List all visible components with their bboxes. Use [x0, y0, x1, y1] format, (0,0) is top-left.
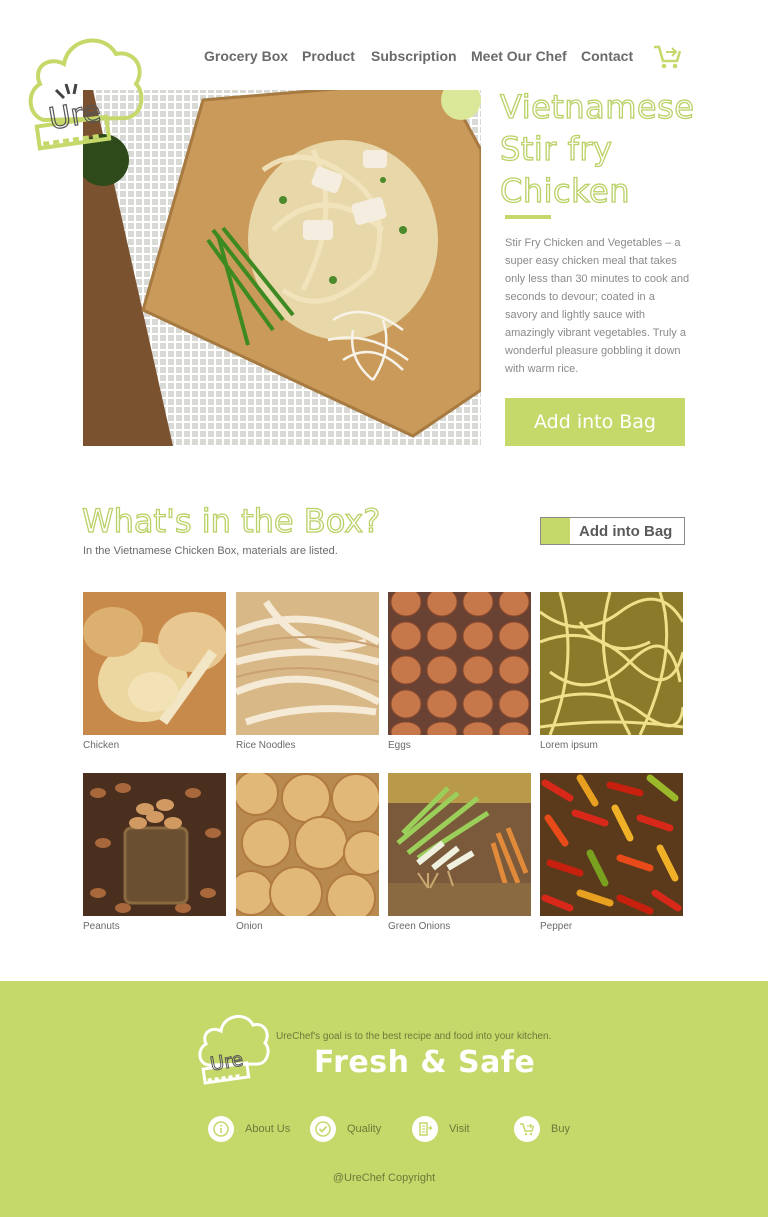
footer-link-label: Quality [347, 1123, 382, 1135]
pepper-photo [540, 773, 683, 916]
box-section-subtitle: In the Vietnamese Chicken Box, materials… [83, 545, 338, 557]
title-underline [505, 215, 551, 219]
onion-photo [236, 773, 379, 916]
ingredient-item[interactable]: Peanuts [83, 773, 226, 932]
info-icon [208, 1116, 234, 1142]
button-label: Add into Bag [579, 523, 673, 540]
building-icon [412, 1116, 438, 1142]
cart-icon [514, 1116, 540, 1142]
svg-text:Ure: Ure [209, 1048, 245, 1075]
ingredient-label: Chicken [83, 740, 120, 751]
svg-text:Ure: Ure [46, 94, 103, 138]
add-into-bag-secondary-button[interactable]: Add into Bag [540, 517, 685, 545]
footer-logo[interactable]: Ure [196, 1011, 270, 1089]
check-icon [310, 1116, 336, 1142]
hero-title: Vietnamese Stir fry Chicken [499, 87, 695, 210]
footer-goal-text: UreChef's goal is to the best recipe and… [276, 1031, 552, 1042]
ingredient-item[interactable]: Eggs [388, 592, 531, 751]
bean-sprouts-photo [540, 592, 683, 735]
copyright: @UreChef Copyright [332, 1172, 436, 1184]
footer-link-label: Visit [449, 1123, 470, 1135]
box-section-title: What's in the Box? [81, 501, 381, 540]
ingredient-item[interactable]: Chicken [83, 592, 226, 751]
cart-icon[interactable] [652, 44, 682, 70]
hero-description: Stir Fry Chicken and Vegetables – a supe… [505, 237, 690, 375]
ingredient-label: Onion [236, 921, 263, 932]
footer-link-label: About Us [245, 1123, 291, 1135]
ingredient-item[interactable]: Green Onions [388, 773, 531, 932]
ingredient-item[interactable]: Onion [236, 773, 379, 932]
ingredient-label: Rice Noodles [236, 740, 296, 751]
peanuts-photo [83, 773, 226, 916]
nav-grocery-box[interactable]: Grocery Box [204, 48, 288, 64]
footer-title: Fresh & Safe [314, 1045, 536, 1080]
button-swatch [541, 518, 570, 544]
ingredient-item[interactable]: Lorem ipsum [540, 592, 683, 751]
chicken-photo [83, 592, 226, 735]
nav-subscription[interactable]: Subscription [371, 48, 457, 64]
eggs-photo [388, 592, 531, 735]
ingredient-label: Peanuts [83, 921, 120, 932]
footer-link-label: Buy [551, 1123, 570, 1135]
ingredient-label: Lorem ipsum [540, 740, 598, 751]
footer: Ure UreChef's goal is to the best recipe… [0, 981, 768, 1217]
green-onions-photo [388, 773, 531, 916]
add-into-bag-button[interactable]: Add into Bag [505, 398, 685, 446]
nav-contact[interactable]: Contact [581, 48, 633, 64]
ingredient-item[interactable]: Rice Noodles [236, 592, 379, 751]
ingredient-item[interactable]: Pepper [540, 773, 683, 932]
ingredient-label: Pepper [540, 921, 573, 932]
nav-meet-our-chef[interactable]: Meet Our Chef [471, 48, 567, 64]
logo[interactable]: Ure [24, 32, 146, 158]
nav-product[interactable]: Product [302, 48, 355, 64]
rice-noodles-photo [236, 592, 379, 735]
ingredient-label: Green Onions [388, 921, 451, 932]
ingredient-label: Eggs [388, 740, 411, 751]
